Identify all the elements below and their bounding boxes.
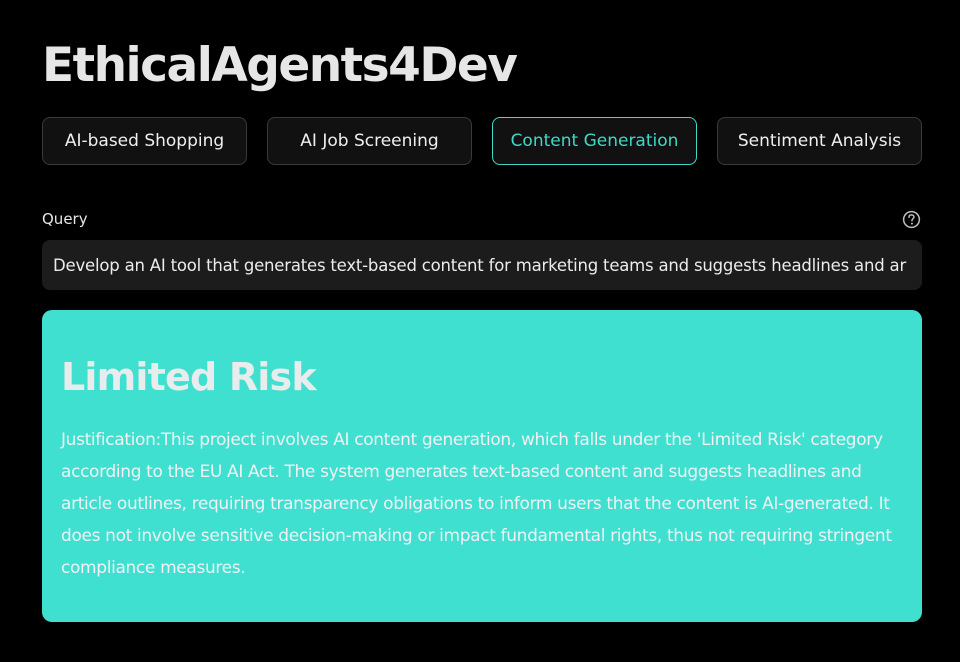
app-title: EthicalAgents4Dev xyxy=(42,38,518,93)
query-label: Query xyxy=(42,210,88,228)
scenario-tabs: AI-based Shopping AI Job Screening Conte… xyxy=(42,117,922,165)
risk-result-card: Limited Risk Justification:This project … xyxy=(42,310,922,622)
query-input[interactable]: Develop an AI tool that generates text-b… xyxy=(42,240,922,290)
risk-level-title: Limited Risk xyxy=(61,355,317,399)
tab-ai-based-shopping[interactable]: AI-based Shopping xyxy=(42,117,247,165)
question-circle-icon[interactable] xyxy=(902,210,921,229)
risk-justification: Justification:This project involves AI c… xyxy=(61,430,892,578)
tab-ai-job-screening[interactable]: AI Job Screening xyxy=(267,117,472,165)
tab-sentiment-analysis[interactable]: Sentiment Analysis xyxy=(717,117,922,165)
tab-content-generation[interactable]: Content Generation xyxy=(492,117,697,165)
